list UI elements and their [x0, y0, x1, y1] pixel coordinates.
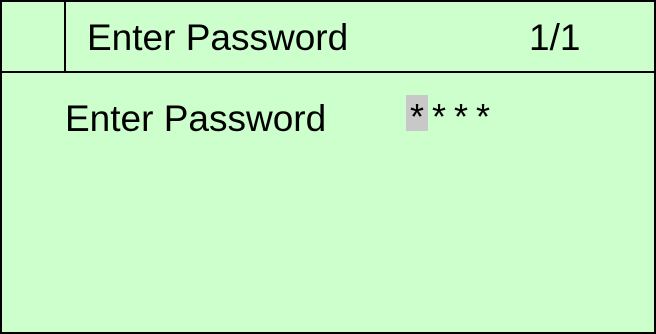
password-label: Enter Password — [65, 98, 327, 139]
page-title: Enter Password — [87, 17, 349, 58]
lcd-screen: Enter Password 1/1 Enter Password * * * … — [0, 0, 656, 334]
password-char-4[interactable]: * — [472, 95, 494, 131]
page-indicator: 1/1 — [529, 17, 581, 58]
password-char-2[interactable]: * — [428, 95, 450, 131]
password-char-1[interactable]: * — [406, 95, 428, 131]
header-bar: Enter Password 1/1 — [2, 2, 654, 73]
header-marker-cell — [2, 2, 66, 71]
password-row: Enter Password * * * * — [2, 73, 654, 163]
password-char-3[interactable]: * — [450, 95, 472, 131]
password-field[interactable]: * * * * — [406, 95, 494, 131]
